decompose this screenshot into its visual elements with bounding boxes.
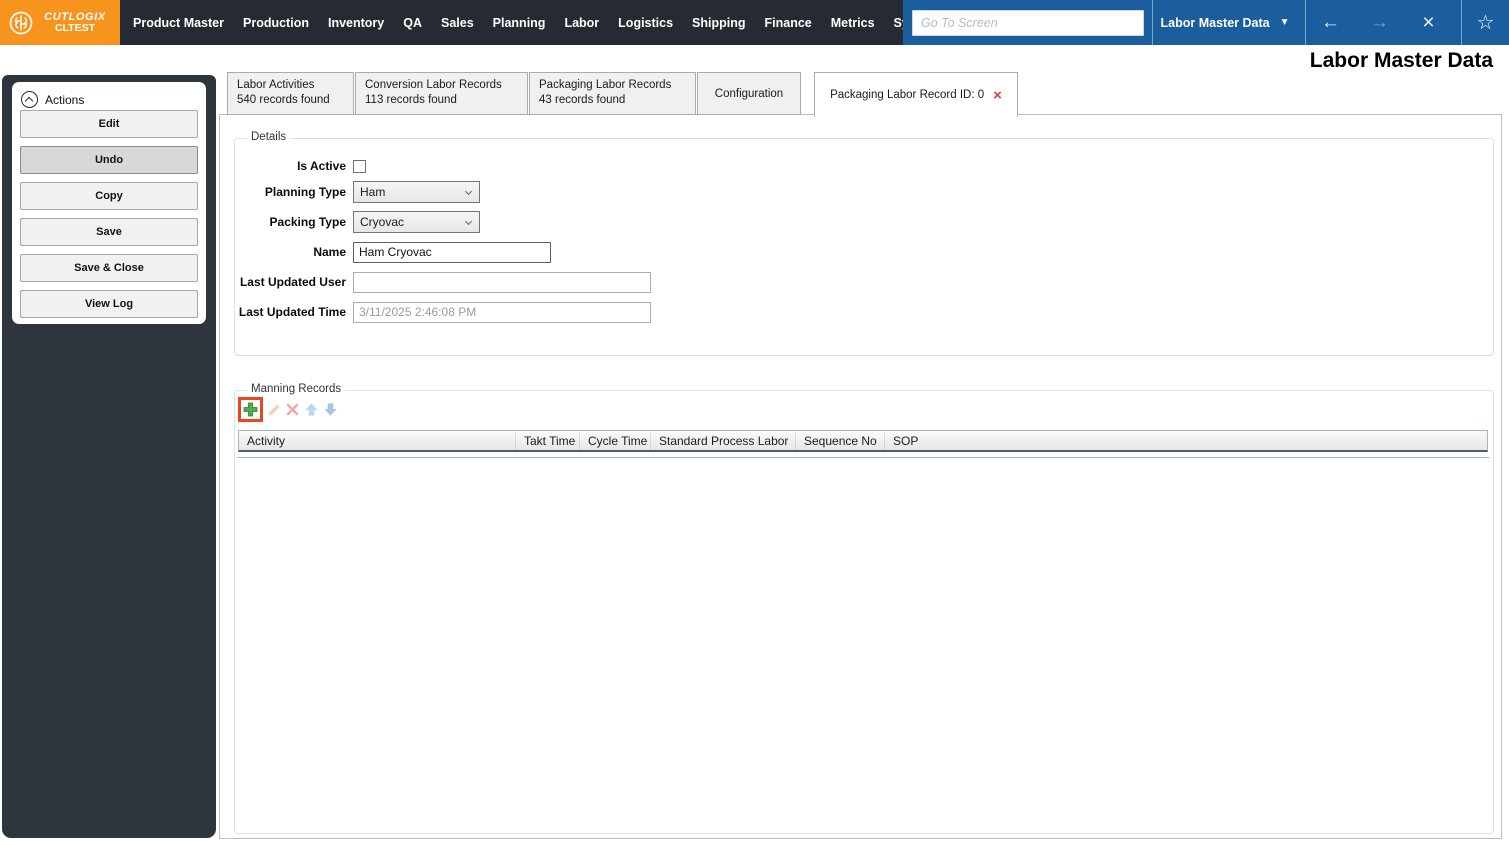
screen-selector-dropdown[interactable]: Labor Master Data ▼	[1153, 0, 1297, 45]
nav-item-production[interactable]: Production	[243, 16, 309, 30]
logo-brand-text: CUTLOGIX	[44, 10, 106, 23]
nav-item-product-master[interactable]: Product Master	[133, 16, 224, 30]
add-record-button[interactable]	[238, 397, 263, 422]
packing-type-value: Cryovac	[360, 215, 405, 229]
dropdown-arrow-icon: ▼	[1279, 17, 1290, 28]
details-legend: Details	[247, 131, 291, 143]
tab-labor-activities[interactable]: Labor Activities 540 records found	[227, 72, 354, 115]
main-menu: Product Master Production Inventory QA S…	[133, 0, 938, 45]
view-log-button[interactable]: View Log	[20, 290, 198, 318]
close-screen-icon[interactable]: ×	[1404, 0, 1453, 45]
is-active-label: Is Active	[297, 159, 346, 173]
edit-button[interactable]: Edit	[20, 110, 198, 138]
back-icon[interactable]: ←	[1306, 0, 1355, 45]
planning-type-select[interactable]: Ham	[353, 181, 480, 203]
tab-label: Packaging Labor Records	[539, 79, 672, 91]
favorite-star-icon[interactable]: ☆	[1462, 10, 1509, 35]
last-updated-time-field	[353, 301, 651, 323]
name-field[interactable]	[353, 241, 551, 263]
nav-item-qa[interactable]: QA	[403, 16, 422, 30]
actions-panel-title: Actions	[45, 92, 85, 107]
plus-icon	[243, 402, 258, 417]
last-updated-user-field[interactable]	[353, 271, 651, 293]
actions-sidebar: Actions Edit Undo Copy Save Save & Close…	[2, 75, 216, 838]
arrow-down-icon	[324, 403, 337, 416]
save-button[interactable]: Save	[20, 218, 198, 246]
delete-record-button[interactable]	[284, 401, 301, 418]
tab-label: Labor Activities	[237, 79, 315, 91]
forward-icon[interactable]: →	[1355, 0, 1404, 45]
last-updated-user-label: Last Updated User	[239, 275, 346, 289]
arrow-up-icon	[305, 403, 318, 416]
nav-item-logistics[interactable]: Logistics	[618, 16, 673, 30]
pencil-icon	[268, 404, 279, 415]
packing-type-label: Packing Type	[269, 215, 346, 229]
tab-packaging-labor-record-detail[interactable]: Packaging Labor Record ID: 0 ×	[814, 72, 1018, 117]
planning-type-label: Planning Type	[264, 185, 346, 199]
column-header-sequence-no[interactable]: Sequence No	[796, 431, 885, 450]
column-header-sop[interactable]: SOP	[885, 431, 1487, 450]
packing-type-select[interactable]: Cryovac	[353, 211, 480, 233]
column-header-activity[interactable]: Activity	[239, 431, 516, 450]
copy-button[interactable]: Copy	[20, 182, 198, 210]
page-title: Labor Master Data	[1309, 49, 1493, 72]
app-logo[interactable]: CUTLOGIX CLTEST	[0, 0, 120, 45]
nav-item-inventory[interactable]: Inventory	[328, 16, 384, 30]
tab-conversion-labor-records[interactable]: Conversion Labor Records 113 records fou…	[355, 72, 528, 115]
tab-record-count: 43 records found	[539, 94, 626, 106]
is-active-checkbox[interactable]	[353, 159, 366, 173]
last-updated-time-label: Last Updated Time	[238, 305, 346, 319]
tab-configuration[interactable]: Configuration	[697, 72, 801, 115]
tab-label: Packaging Labor Record ID: 0	[830, 89, 985, 101]
collapse-chevron-up-icon[interactable]	[21, 91, 38, 108]
manning-records-group: Manning Records Activity Takt Time Cycle…	[234, 383, 1494, 834]
planning-type-value: Ham	[360, 185, 386, 199]
chevron-down-icon	[464, 217, 473, 226]
nav-item-metrics[interactable]: Metrics	[831, 16, 875, 30]
manning-grid-body-edge	[237, 457, 1489, 458]
manning-records-legend: Manning Records	[247, 383, 346, 395]
top-nav-bar: CUTLOGIX CLTEST Product Master Productio…	[0, 0, 1509, 45]
tab-record-count: 113 records found	[365, 94, 457, 106]
nav-item-planning[interactable]: Planning	[493, 16, 546, 30]
tab-close-icon[interactable]: ×	[993, 88, 1002, 103]
tab-packaging-labor-records[interactable]: Packaging Labor Records 43 records found	[529, 72, 696, 115]
nav-item-finance[interactable]: Finance	[765, 16, 812, 30]
tab-record-count: 540 records found	[237, 94, 330, 106]
tab-label: Configuration	[714, 87, 784, 100]
goto-screen-input[interactable]	[912, 9, 1144, 36]
edit-record-button[interactable]	[265, 401, 282, 418]
nav-item-labor[interactable]: Labor	[564, 16, 599, 30]
tab-label: Conversion Labor Records	[365, 79, 502, 91]
save-close-button[interactable]: Save & Close	[20, 254, 198, 282]
actions-panel: Actions Edit Undo Copy Save Save & Close…	[12, 82, 206, 324]
undo-button[interactable]: Undo	[20, 146, 198, 174]
move-up-button[interactable]	[303, 401, 320, 418]
manning-grid-header: Activity Takt Time Cycle Time Standard P…	[238, 430, 1488, 452]
logo-env-text: CLTEST	[54, 21, 96, 34]
move-down-button[interactable]	[322, 401, 339, 418]
column-header-cycle-time[interactable]: Cycle Time	[580, 431, 651, 450]
column-header-takt-time[interactable]: Takt Time	[516, 431, 580, 450]
nav-right-section: Labor Master Data ▼ ← → × ☆	[903, 0, 1509, 45]
delete-x-icon	[286, 403, 299, 416]
manning-toolbar	[238, 397, 339, 422]
name-label: Name	[313, 245, 346, 259]
nav-item-shipping[interactable]: Shipping	[692, 16, 745, 30]
screen-selector-label: Labor Master Data	[1160, 15, 1270, 30]
cutlogix-logo-icon	[9, 11, 33, 34]
nav-item-sales[interactable]: Sales	[441, 16, 474, 30]
column-header-standard-process-labor[interactable]: Standard Process Labor	[651, 431, 796, 450]
chevron-down-icon	[464, 187, 473, 196]
details-group: Details Is Active Planning Type Ham Pack…	[234, 131, 1494, 356]
